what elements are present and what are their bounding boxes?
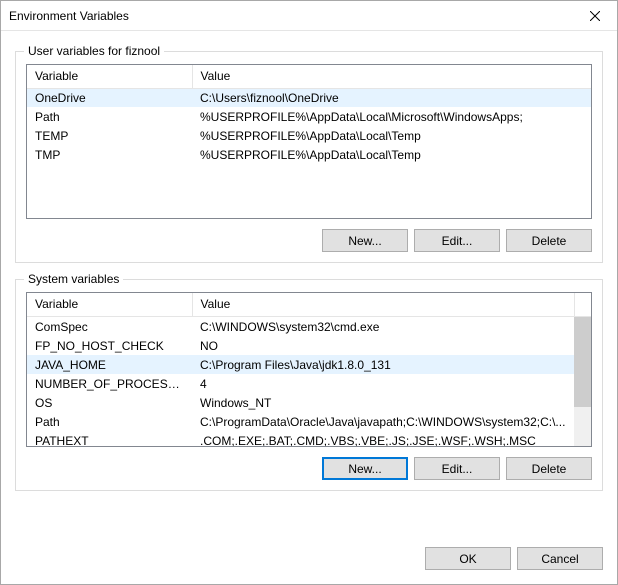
user-vars-table[interactable]: Variable Value OneDriveC:\Users\fiznool\… (26, 64, 592, 219)
sys-cell-variable: ComSpec (27, 317, 192, 336)
env-vars-dialog: Environment Variables User variables for… (0, 0, 618, 585)
system-vars-group: System variables Variable Value ComSpecC… (15, 279, 603, 491)
close-icon (590, 11, 600, 21)
user-cell-value: %USERPROFILE%\AppData\Local\Temp (192, 126, 591, 145)
user-vars-label: User variables for fiznool (24, 44, 164, 58)
sys-delete-button[interactable]: Delete (506, 457, 592, 480)
ok-button[interactable]: OK (425, 547, 511, 570)
sys-row[interactable]: PATHEXT.COM;.EXE;.BAT;.CMD;.VBS;.VBE;.JS… (27, 431, 574, 446)
titlebar[interactable]: Environment Variables (1, 1, 617, 31)
user-cell-variable: TEMP (27, 126, 192, 145)
sys-col-variable[interactable]: Variable (27, 293, 192, 316)
system-vars-table[interactable]: Variable Value ComSpecC:\WINDOWS\system3… (26, 292, 592, 447)
user-cell-value: %USERPROFILE%\AppData\Local\Microsoft\Wi… (192, 107, 591, 126)
sys-cell-variable: JAVA_HOME (27, 355, 192, 374)
user-col-value[interactable]: Value (192, 65, 591, 88)
user-row[interactable]: TEMP%USERPROFILE%\AppData\Local\Temp (27, 126, 591, 145)
user-cell-value: C:\Users\fiznool\OneDrive (192, 88, 591, 107)
user-delete-button[interactable]: Delete (506, 229, 592, 252)
system-scrollbar-thumb[interactable] (574, 317, 591, 407)
system-vars-label: System variables (24, 272, 123, 286)
close-button[interactable] (572, 1, 617, 30)
user-vars-buttons: New... Edit... Delete (26, 229, 592, 252)
user-cell-variable: OneDrive (27, 88, 192, 107)
user-cell-value: %USERPROFILE%\AppData\Local\Temp (192, 145, 591, 164)
user-row[interactable]: Path%USERPROFILE%\AppData\Local\Microsof… (27, 107, 591, 126)
user-col-variable[interactable]: Variable (27, 65, 192, 88)
system-scrollbar[interactable] (574, 317, 591, 446)
sys-row[interactable]: NUMBER_OF_PROCESSORS4 (27, 374, 574, 393)
sys-row[interactable]: JAVA_HOMEC:\Program Files\Java\jdk1.8.0_… (27, 355, 574, 374)
user-cell-variable: TMP (27, 145, 192, 164)
sys-cell-value: .COM;.EXE;.BAT;.CMD;.VBS;.VBE;.JS;.JSE;.… (192, 431, 574, 446)
user-new-button[interactable]: New... (322, 229, 408, 252)
sys-cell-value: 4 (192, 374, 574, 393)
sys-cell-value: C:\ProgramData\Oracle\Java\javapath;C:\W… (192, 412, 574, 431)
user-row[interactable]: OneDriveC:\Users\fiznool\OneDrive (27, 88, 591, 107)
sys-cell-value: C:\Program Files\Java\jdk1.8.0_131 (192, 355, 574, 374)
sys-cell-variable: OS (27, 393, 192, 412)
sys-col-value[interactable]: Value (192, 293, 574, 316)
user-vars-group: User variables for fiznool Variable Valu… (15, 51, 603, 263)
sys-cell-variable: Path (27, 412, 192, 431)
sys-col-scroll-gutter (574, 293, 591, 316)
sys-row[interactable]: OSWindows_NT (27, 393, 574, 412)
sys-cell-value: Windows_NT (192, 393, 574, 412)
sys-row[interactable]: PathC:\ProgramData\Oracle\Java\javapath;… (27, 412, 574, 431)
sys-cell-variable: FP_NO_HOST_CHECK (27, 336, 192, 355)
user-edit-button[interactable]: Edit... (414, 229, 500, 252)
sys-cell-value: C:\WINDOWS\system32\cmd.exe (192, 317, 574, 336)
dialog-title: Environment Variables (9, 9, 572, 23)
sys-row[interactable]: FP_NO_HOST_CHECKNO (27, 336, 574, 355)
dialog-footer: OK Cancel (1, 535, 617, 584)
sys-new-button[interactable]: New... (322, 457, 408, 480)
user-cell-variable: Path (27, 107, 192, 126)
user-row[interactable]: TMP%USERPROFILE%\AppData\Local\Temp (27, 145, 591, 164)
dialog-content: User variables for fiznool Variable Valu… (1, 31, 617, 535)
sys-row[interactable]: ComSpecC:\WINDOWS\system32\cmd.exe (27, 317, 574, 336)
cancel-button[interactable]: Cancel (517, 547, 603, 570)
sys-edit-button[interactable]: Edit... (414, 457, 500, 480)
sys-cell-variable: NUMBER_OF_PROCESSORS (27, 374, 192, 393)
system-vars-buttons: New... Edit... Delete (26, 457, 592, 480)
sys-cell-value: NO (192, 336, 574, 355)
sys-cell-variable: PATHEXT (27, 431, 192, 446)
